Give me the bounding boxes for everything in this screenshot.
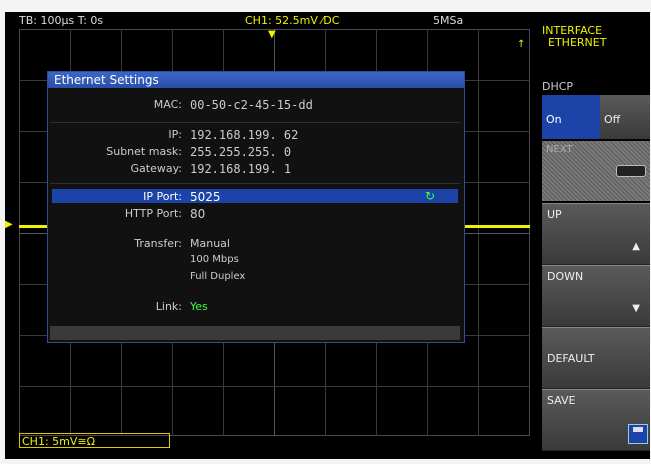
dialog-title: Ethernet Settings [48, 72, 464, 88]
up-arrow-icon: ▲ [632, 241, 640, 252]
mac-label: MAC: [153, 98, 182, 111]
http-port-value[interactable]: 80 [190, 207, 205, 221]
ch1-settings-badge[interactable]: CH1: 5mV≅Ω [19, 433, 170, 448]
link-value: Yes [190, 300, 208, 313]
dhcp-off-option[interactable]: Off [600, 95, 650, 139]
gateway-label: Gateway: [130, 162, 183, 175]
oscilloscope-screen: TB: 100µs T: 0s CH1: 52.5mV ⁄DC 5MSa ▶ ▼… [5, 12, 650, 459]
menu-title-line2: ETHERNET [548, 36, 607, 49]
dhcp-toggle[interactable]: On Off [542, 95, 650, 139]
next-button[interactable]: NEXT [542, 141, 650, 201]
refresh-icon: ↻ [425, 189, 436, 203]
down-label: DOWN [547, 270, 584, 283]
ip-label: IP: [168, 128, 182, 141]
transfer-mode: Manual [190, 237, 230, 250]
mac-value: 00-50-c2-45-15-dd [190, 98, 313, 112]
subnet-label: Subnet mask: [106, 145, 182, 158]
divider [50, 122, 460, 123]
up-button[interactable]: UP ▲ [542, 203, 650, 265]
default-label: DEFAULT [547, 352, 595, 365]
floppy-disk-icon [628, 424, 648, 444]
ch1-marker-icon: ▶ [5, 219, 13, 230]
ethernet-settings-dialog: Ethernet Settings MAC: 00-50-c2-45-15-dd… [47, 71, 465, 343]
dialog-footer [50, 326, 460, 340]
dhcp-label: DHCP [542, 80, 574, 93]
trigger-level-icon: ↑ [517, 39, 526, 50]
grid-line [19, 386, 530, 387]
next-label: NEXT [546, 144, 573, 155]
transfer-duplex: Full Duplex [190, 271, 246, 282]
up-label: UP [547, 208, 562, 221]
dhcp-on-option[interactable]: On [542, 95, 600, 139]
transfer-speed: 100 Mbps [190, 254, 239, 265]
default-button[interactable]: DEFAULT [542, 327, 650, 389]
dhcp-off-label: Off [604, 113, 621, 126]
dhcp-on-label: On [546, 113, 562, 126]
sample-rate-readout: 5MSa [433, 14, 464, 27]
down-button[interactable]: DOWN ▼ [542, 265, 650, 327]
gateway-value[interactable]: 192.168.199. 1 [190, 162, 291, 176]
next-arrow-icon [616, 165, 646, 177]
down-arrow-icon: ▼ [632, 303, 640, 314]
transfer-label: Transfer: [134, 237, 182, 250]
ip-value[interactable]: 192.168.199. 62 [190, 128, 298, 142]
menu-title: INTERFACE ETHERNET [540, 25, 650, 49]
ip-port-label: IP Port: [143, 190, 182, 203]
channel1-readout: CH1: 52.5mV ⁄DC [245, 14, 340, 27]
floppy-label-area [633, 427, 643, 432]
trigger-position-icon: ▼ [268, 29, 276, 40]
subnet-value[interactable]: 255.255.255. 0 [190, 145, 291, 159]
http-port-label: HTTP Port: [124, 207, 182, 220]
timebase-readout: TB: 100µs T: 0s [19, 14, 104, 27]
selected-row-highlight[interactable] [52, 189, 458, 203]
divider [50, 183, 460, 184]
link-label: Link: [155, 300, 182, 313]
save-label: SAVE [547, 394, 576, 407]
ip-port-value[interactable]: 5025 [190, 190, 221, 204]
save-button[interactable]: SAVE [542, 389, 650, 451]
softkey-menu: INTERFACE ETHERNET DHCP On Off NEXT UP ▲… [540, 25, 650, 459]
